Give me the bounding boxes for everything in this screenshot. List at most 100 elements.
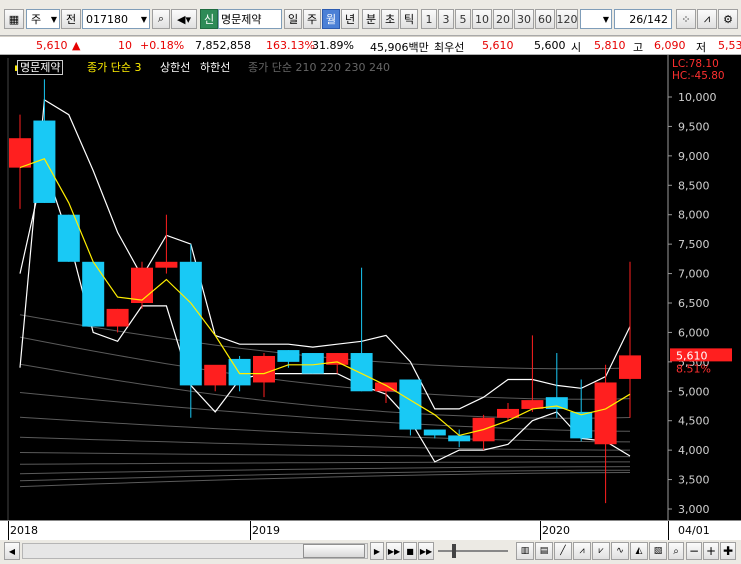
scroll-track[interactable] bbox=[22, 543, 368, 559]
volume-ratio: 163.13% bbox=[266, 39, 315, 52]
y-tick-label: 7,000 bbox=[678, 268, 710, 281]
zoom-slider[interactable] bbox=[438, 544, 508, 558]
market-type-value: 주 bbox=[31, 13, 42, 26]
interval-10[interactable]: 10 bbox=[472, 9, 492, 29]
dots-grid-icon[interactable]: ⁘ bbox=[676, 9, 696, 29]
high-label: 고 bbox=[633, 41, 644, 54]
play-forward-icon[interactable]: ▶ bbox=[370, 542, 384, 560]
y-tick-label: 8,000 bbox=[678, 209, 710, 222]
high-price: 6,090 bbox=[654, 39, 686, 52]
code-input[interactable]: 017180 ▼ bbox=[82, 9, 150, 29]
zoom-out-icon[interactable]: − bbox=[686, 542, 702, 560]
candle-body bbox=[106, 308, 129, 327]
search-icon[interactable]: ⌕ bbox=[152, 9, 170, 29]
window-menu-icon[interactable]: ▦ bbox=[4, 9, 24, 29]
bar-type-icon[interactable]: ▤ bbox=[535, 542, 553, 560]
interval-1[interactable]: 1 bbox=[421, 9, 437, 29]
chart-area[interactable]: 10,000 9,500 9,000 8,500 8,000 7,500 7,000 6,50… bbox=[0, 55, 741, 520]
low-label: 저 bbox=[696, 41, 707, 54]
candle-type-icon[interactable]: ▥ bbox=[516, 542, 534, 560]
y-tick-label: 6,000 bbox=[678, 326, 710, 339]
toolbar: ▦ 주 ▼ 전 017180 ▼ ⌕ ◀▾ 신 명문제약 일 주 월 년 분 초… bbox=[0, 0, 741, 36]
interval-3[interactable]: 3 bbox=[438, 9, 454, 29]
ma3-line bbox=[19, 158, 631, 437]
custom-interval-select[interactable]: ▼ bbox=[580, 9, 612, 29]
y-tick-label: 3,000 bbox=[678, 503, 710, 516]
scroll-thumb[interactable] bbox=[303, 544, 365, 558]
candle-body bbox=[350, 353, 373, 392]
lc-label: LC:78.10 bbox=[672, 58, 719, 70]
interval-5[interactable]: 5 bbox=[455, 9, 471, 29]
best-bid: 5,600 bbox=[534, 39, 566, 52]
x-label-2019: 2019 bbox=[252, 524, 280, 537]
stop-icon[interactable]: ■ bbox=[403, 542, 417, 560]
ma3-path bbox=[19, 158, 631, 437]
price-chart[interactable]: 10,000 9,500 9,000 8,500 8,000 7,500 7,000 6,50… bbox=[0, 55, 741, 520]
page-count: 26 bbox=[629, 12, 644, 26]
x-label-2018: 2018 bbox=[10, 524, 38, 537]
compare-icon[interactable]: ▧ bbox=[649, 542, 667, 560]
interval-20[interactable]: 20 bbox=[493, 9, 513, 29]
x-divider bbox=[250, 521, 251, 541]
step-forward-icon[interactable]: ▶▶ bbox=[386, 542, 402, 560]
period-tick[interactable]: 틱 bbox=[400, 9, 418, 29]
zoom-in-icon[interactable]: + bbox=[703, 542, 719, 560]
candle-body bbox=[131, 267, 153, 303]
y-tick-label: 9,000 bbox=[678, 150, 710, 163]
line-chart-icon[interactable]: ⩘ bbox=[573, 542, 591, 560]
fast-forward-icon[interactable]: ▶▶ bbox=[418, 542, 434, 560]
candle-body bbox=[155, 261, 178, 268]
y-tick-label: 5,000 bbox=[678, 385, 710, 398]
legend-stock-name[interactable]: 명문제약 bbox=[17, 60, 64, 75]
period-year[interactable]: 년 bbox=[341, 9, 359, 29]
x-divider bbox=[8, 521, 9, 541]
bottom-toolbar: ◀ ▶ ▶▶ ■ ▶▶ ▥ ▤ ╱ ⩘ ⩗ ∿ ◭ ▧ ⌕ − + ✚ bbox=[0, 540, 741, 564]
chevron-down-icon: ▼ bbox=[140, 14, 147, 24]
interval-120[interactable]: 120 bbox=[556, 9, 578, 29]
candle-body bbox=[423, 429, 446, 436]
x-axis: 2018 2019 2020 04/01 bbox=[0, 520, 741, 541]
period-minute[interactable]: 분 bbox=[362, 9, 380, 29]
x-divider bbox=[668, 521, 669, 541]
area-chart-icon[interactable]: ◭ bbox=[630, 542, 648, 560]
page-count-field[interactable]: 26 /142 bbox=[614, 9, 672, 29]
chart-trend-icon[interactable]: ⩘ bbox=[697, 9, 717, 29]
current-price-tag-label: 5,610 bbox=[676, 349, 708, 362]
zoom-slider-handle[interactable] bbox=[452, 544, 456, 558]
low-price: 5,53 bbox=[718, 39, 741, 52]
speaker-icon[interactable]: ◀▾ bbox=[171, 9, 197, 29]
candle-body bbox=[277, 350, 300, 362]
line-type-icon[interactable]: ╱ bbox=[554, 542, 572, 560]
y-tick-label: 9,500 bbox=[678, 120, 710, 133]
long-ma-line bbox=[19, 436, 630, 451]
hc-label: HC:-45.80 bbox=[672, 70, 725, 82]
open-price: 5,810 bbox=[594, 39, 626, 52]
candle-body bbox=[9, 138, 31, 168]
quote-info-bar: 5,610 ▲ 10 +0.18% 7,852,858 163.13% 31.8… bbox=[0, 37, 741, 55]
indicator-icon[interactable]: ∿ bbox=[611, 542, 629, 560]
prev-button[interactable]: 전 bbox=[61, 9, 81, 29]
interval-30[interactable]: 30 bbox=[514, 9, 534, 29]
trend-icon[interactable]: ⩗ bbox=[592, 542, 610, 560]
scroll-left-icon[interactable]: ◀ bbox=[4, 542, 20, 560]
page-total: /142 bbox=[643, 12, 668, 26]
interval-60[interactable]: 60 bbox=[535, 9, 555, 29]
stock-name: 명문제약 bbox=[221, 13, 262, 26]
market-type-select[interactable]: 주 ▼ bbox=[26, 9, 60, 29]
settings-icon[interactable]: ⚙ bbox=[718, 9, 738, 29]
y-tick-label: 7,500 bbox=[678, 238, 710, 251]
stock-name-field[interactable]: 명문제약 bbox=[218, 9, 282, 29]
trade-amount: 45,906백만 bbox=[370, 41, 429, 54]
period-week[interactable]: 주 bbox=[303, 9, 321, 29]
candle-body bbox=[228, 358, 251, 386]
zoom-icon[interactable]: ⌕ bbox=[668, 542, 684, 560]
chevron-down-icon: ▼ bbox=[602, 14, 609, 24]
long-ma-line bbox=[19, 452, 630, 458]
y-tick-label: 6,500 bbox=[678, 297, 710, 310]
period-second[interactable]: 초 bbox=[381, 9, 399, 29]
period-month[interactable]: 월 bbox=[322, 9, 340, 29]
y-tick-label: 4,000 bbox=[678, 444, 710, 457]
period-day[interactable]: 일 bbox=[284, 9, 302, 29]
upper-band-line bbox=[19, 98, 631, 410]
crosshair-icon[interactable]: ✚ bbox=[720, 542, 736, 560]
